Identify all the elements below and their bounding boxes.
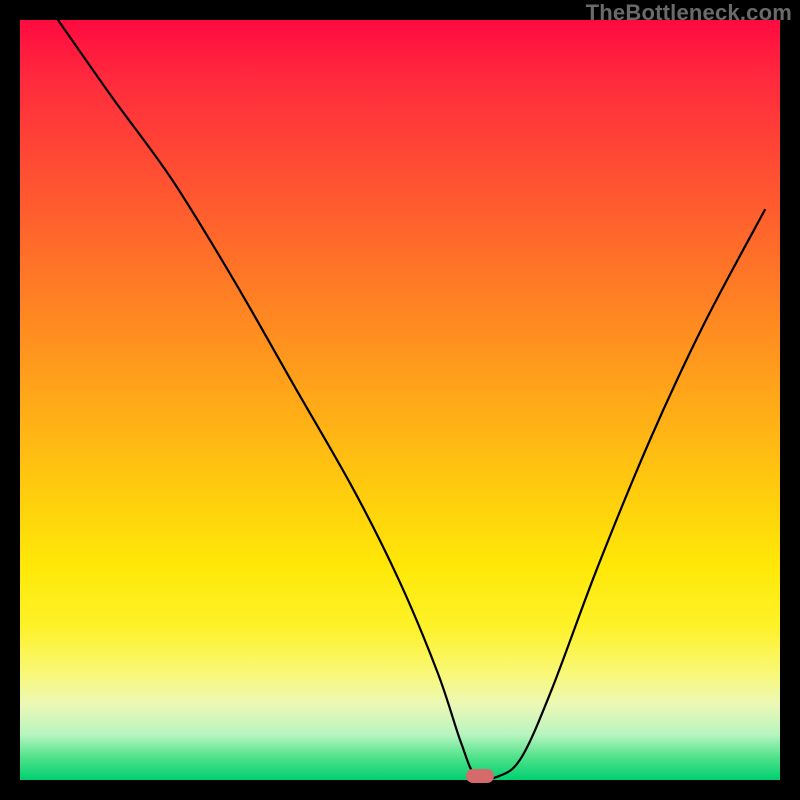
optimal-marker — [466, 769, 494, 783]
bottleneck-curve — [20, 20, 780, 780]
chart-container: TheBottleneck.com — [0, 0, 800, 800]
plot-area — [20, 20, 780, 780]
